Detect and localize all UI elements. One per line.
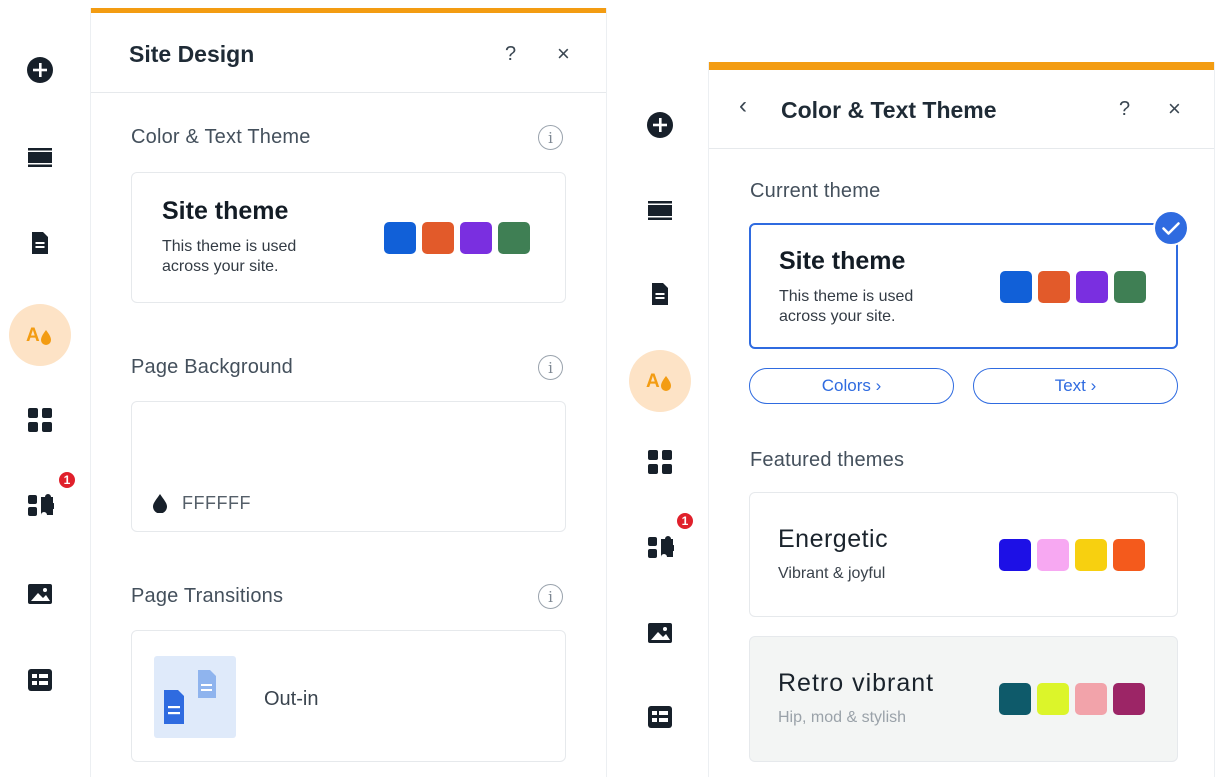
color-swatch: [1114, 271, 1146, 303]
theme-card-retro-vibrant[interactable]: Retro vibrant Hip, mod & stylish: [749, 636, 1178, 762]
color-swatch: [1113, 683, 1145, 715]
site-design-icon[interactable]: A: [629, 350, 691, 412]
color-swatch: [1075, 539, 1107, 571]
color-swatch: [1000, 271, 1032, 303]
notification-badge: 1: [57, 470, 77, 490]
color-swatch: [422, 222, 454, 254]
text-button[interactable]: Text ›: [973, 368, 1178, 404]
theme-description: Vibrant & joyful: [778, 565, 886, 582]
info-icon[interactable]: i: [538, 125, 563, 150]
back-button[interactable]: ‹: [739, 92, 747, 120]
theme-swatches: [999, 683, 1145, 715]
color-swatch: [1113, 539, 1145, 571]
site-design-panel: Site Design ? × Color & Text Theme i Sit…: [90, 8, 607, 777]
panel-title: Color & Text Theme: [781, 97, 997, 123]
color-swatch: [1075, 683, 1107, 715]
site-theme-card[interactable]: Site theme This theme is used across you…: [131, 172, 566, 303]
color-swatch: [498, 222, 530, 254]
theme-card-energetic[interactable]: Energetic Vibrant & joyful: [749, 492, 1178, 617]
panel-title: Site Design: [129, 41, 255, 67]
media-icon[interactable]: [26, 580, 54, 608]
color-text-theme-panel: ‹ Color & Text Theme ? × Current theme S…: [708, 62, 1215, 777]
cms-table-icon[interactable]: [26, 666, 54, 694]
help-button[interactable]: ?: [505, 43, 516, 66]
pages-icon[interactable]: [646, 280, 674, 308]
sections-icon[interactable]: [646, 196, 674, 224]
pages-icon[interactable]: [26, 229, 54, 257]
current-theme-label: Current theme: [750, 180, 881, 202]
help-button[interactable]: ?: [1119, 98, 1130, 121]
color-swatch: [999, 683, 1031, 715]
svg-text:A: A: [646, 371, 660, 392]
site-theme-title: Site theme: [779, 247, 906, 275]
theme-name: Retro vibrant: [778, 669, 935, 697]
section-label-transitions: Page Transitions: [131, 585, 284, 607]
close-button[interactable]: ×: [557, 41, 570, 67]
business-tools-icon[interactable]: [646, 533, 674, 561]
color-swatch: [999, 539, 1031, 571]
theme-description: Hip, mod & stylish: [778, 709, 907, 726]
site-theme-desc-1: This theme is used: [162, 238, 297, 255]
transition-thumbnail: [154, 656, 236, 738]
close-button[interactable]: ×: [1168, 96, 1181, 122]
add-elements-icon[interactable]: [646, 111, 674, 139]
svg-text:A: A: [26, 325, 40, 346]
right-icon-rail: A 1: [620, 0, 700, 777]
panel-header: ‹ Color & Text Theme ? ×: [709, 70, 1214, 149]
add-elements-icon[interactable]: [26, 56, 54, 84]
color-swatch: [1076, 271, 1108, 303]
left-icon-rail: A 1: [0, 0, 80, 777]
media-icon[interactable]: [646, 619, 674, 647]
background-color-value: FFFFFF: [182, 493, 251, 513]
info-icon[interactable]: i: [538, 355, 563, 380]
color-swatch: [460, 222, 492, 254]
featured-themes-label: Featured themes: [750, 449, 905, 471]
transition-value: Out-in: [264, 688, 319, 710]
color-swatch: [1038, 271, 1070, 303]
colors-button[interactable]: Colors ›: [749, 368, 954, 404]
apps-icon[interactable]: [26, 406, 54, 434]
info-icon[interactable]: i: [538, 584, 563, 609]
cms-table-icon[interactable]: [646, 703, 674, 731]
page-background-card[interactable]: FFFFFF: [131, 401, 566, 532]
panel-header: Site Design ? ×: [91, 13, 606, 93]
apps-icon[interactable]: [646, 448, 674, 476]
color-swatch: [384, 222, 416, 254]
site-theme-desc-2: across your site.: [162, 258, 279, 275]
current-theme-card[interactable]: Site theme This theme is used across you…: [749, 223, 1178, 349]
section-label-theme: Color & Text Theme: [131, 126, 311, 148]
site-theme-desc-2: across your site.: [779, 308, 896, 325]
section-label-background: Page Background: [131, 356, 294, 378]
notification-badge: 1: [675, 511, 695, 531]
selected-check-icon: [1153, 210, 1189, 246]
page-transitions-card[interactable]: Out-in: [131, 630, 566, 762]
site-theme-title: Site theme: [162, 197, 289, 225]
theme-name: Energetic: [778, 525, 889, 553]
color-swatch: [1037, 539, 1069, 571]
sections-icon[interactable]: [26, 143, 54, 171]
page-transition-icon: [164, 670, 216, 724]
site-design-icon[interactable]: A: [9, 304, 71, 366]
theme-swatches: [384, 222, 530, 254]
panel-accent-bar: [709, 62, 1214, 70]
color-swatch: [1037, 683, 1069, 715]
theme-swatches: [1000, 271, 1146, 303]
site-theme-desc-1: This theme is used: [779, 288, 914, 305]
color-drop-icon: [153, 494, 167, 513]
business-tools-icon[interactable]: [26, 491, 54, 519]
theme-swatches: [999, 539, 1145, 571]
